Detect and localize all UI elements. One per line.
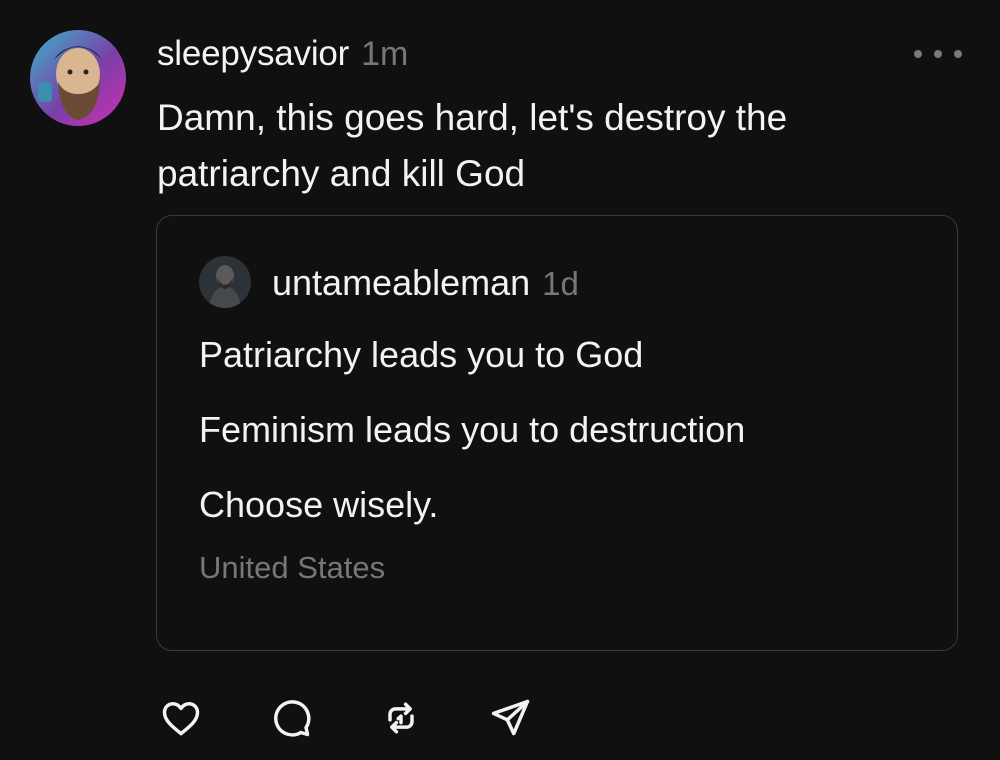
comment-button[interactable]: [267, 694, 315, 742]
quoted-post-location: United States: [199, 550, 386, 585]
post-text: Damn, this goes hard, let's destroy the …: [157, 97, 788, 194]
quoted-post-line: Patriarchy leads you to God: [199, 334, 644, 375]
quoted-post-line: Feminism leads you to destruction: [199, 409, 746, 450]
quoted-author-avatar[interactable]: [199, 256, 251, 308]
repost-button[interactable]: [377, 694, 425, 742]
author-avatar[interactable]: [30, 30, 126, 126]
quoted-post-card[interactable]: untameableman 1d Patriarchy leads you to…: [156, 215, 958, 651]
more-dot-icon: [934, 50, 942, 58]
more-options-button[interactable]: [914, 44, 962, 64]
share-button[interactable]: [487, 694, 535, 742]
comment-icon: [274, 700, 311, 737]
post-actions: [157, 694, 597, 742]
quoted-post-line: Choose wisely.: [199, 484, 439, 525]
post-timestamp: 1m: [361, 35, 409, 73]
thread-post: sleepysavior 1m Damn, this goes hard, le…: [0, 0, 1000, 760]
quoted-author-username[interactable]: untameableman: [272, 262, 530, 304]
quoted-post-timestamp: 1d: [542, 265, 579, 302]
heart-icon: [162, 701, 200, 736]
more-dot-icon: [954, 50, 962, 58]
repost-icon: [388, 702, 414, 734]
more-dot-icon: [914, 50, 922, 58]
post-header: sleepysavior 1m: [157, 34, 408, 78]
quoted-post-header: untameableman 1d: [272, 262, 579, 304]
like-button[interactable]: [157, 694, 205, 742]
share-icon: [491, 699, 530, 736]
author-username[interactable]: sleepysavior: [157, 34, 349, 74]
